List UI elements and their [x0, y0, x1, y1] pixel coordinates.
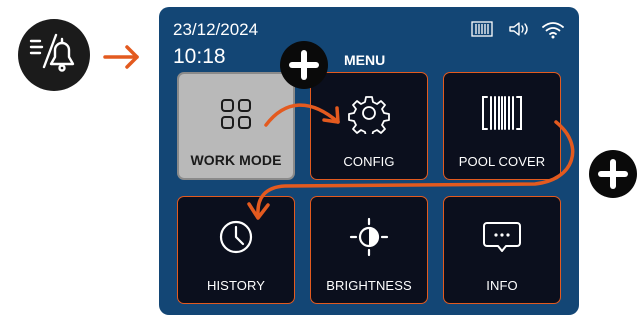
pointer-arrow-icon [103, 45, 139, 69]
pool-cover-icon [444, 91, 560, 135]
tile-brightness[interactable]: BRIGHTNESS [310, 196, 428, 304]
tile-label-pool-cover: POOL COVER [458, 154, 546, 169]
grid-icon [179, 92, 293, 136]
plus-icon [289, 50, 319, 80]
menu-bell-button[interactable] [18, 19, 90, 91]
plus-icon [598, 159, 628, 189]
tile-history[interactable]: HISTORY [177, 196, 295, 304]
time-display: 10:18 [173, 45, 226, 68]
tile-label-history: HISTORY [206, 278, 265, 293]
gear-icon [311, 91, 427, 135]
date-display: 23/12/2024 [173, 20, 259, 39]
volume-icon [508, 21, 530, 37]
tile-label-work-mode: WORK MODE [190, 152, 282, 168]
brightness-icon [311, 215, 427, 259]
tile-info[interactable]: INFO [443, 196, 561, 304]
plus-badge-right [589, 150, 637, 198]
tile-label-info: INFO [486, 278, 518, 293]
tile-work-mode[interactable]: WORK MODE [177, 72, 295, 180]
menu-title: MENU [344, 52, 386, 68]
menu-bell-icon [29, 33, 75, 72]
tile-label-config: CONFIG [343, 154, 395, 169]
pool-cover-status-icon [471, 21, 493, 37]
plus-badge-top [280, 41, 328, 89]
message-icon [444, 215, 560, 259]
tile-pool-cover[interactable]: POOL COVER [443, 72, 561, 180]
tile-label-brightness: BRIGHTNESS [326, 278, 412, 293]
clock-icon [178, 215, 294, 259]
device-screen: 23/12/2024 10:18 MENU WORK MODE CONFIG P… [159, 7, 579, 315]
wifi-icon [541, 21, 565, 39]
